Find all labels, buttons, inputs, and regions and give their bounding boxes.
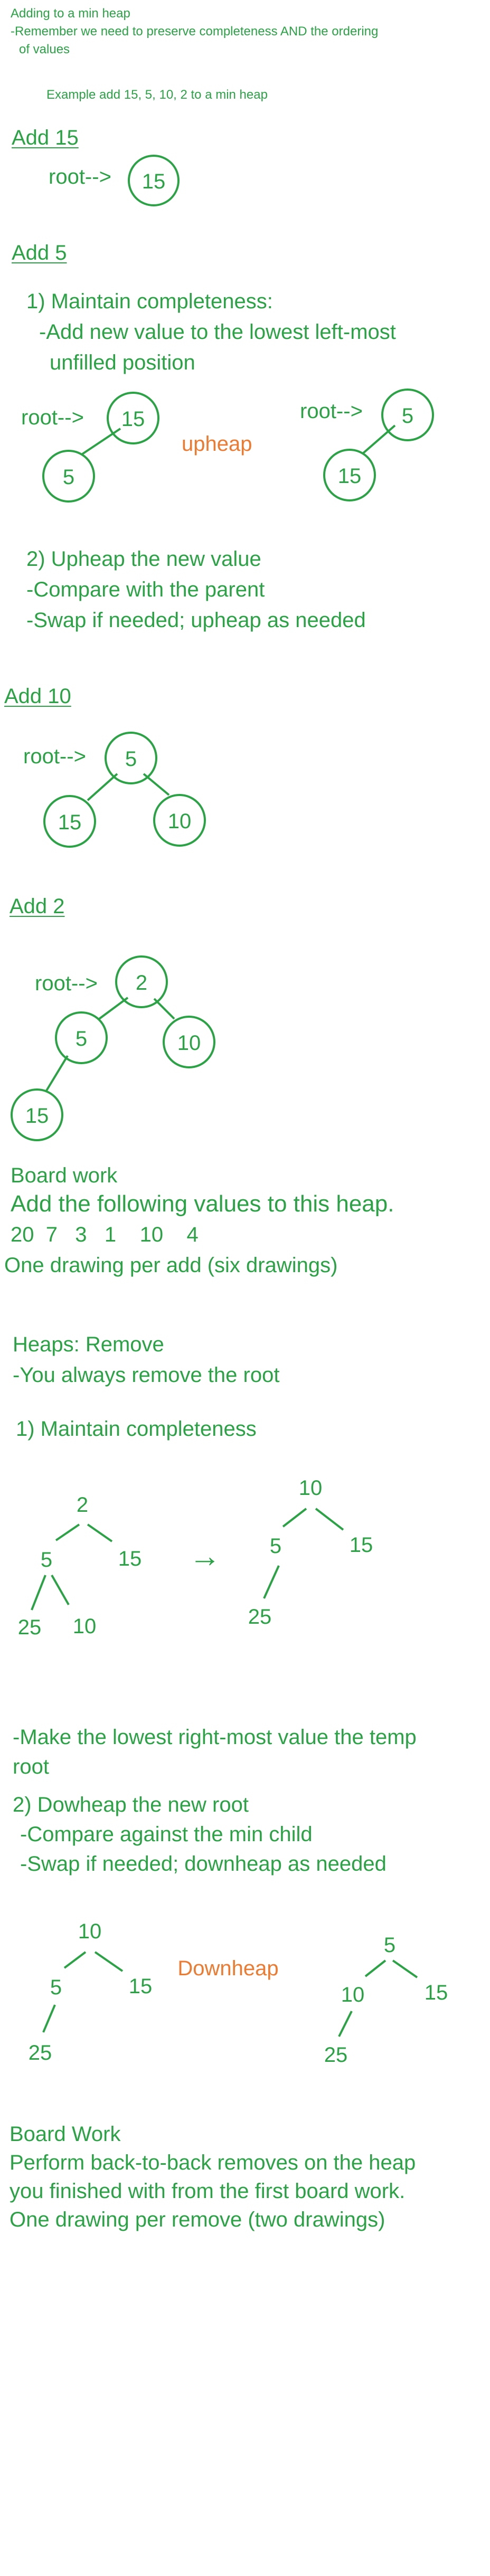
step2-line-2: -Swap if needed; upheap as needed: [26, 609, 366, 632]
tree-node-value: 10: [168, 810, 192, 833]
tree-node-value: 10: [299, 1476, 323, 1500]
tree-edge: [42, 2004, 56, 2033]
tree-edge: [282, 1508, 307, 1528]
tree-node-value: 5: [41, 1548, 52, 1571]
board-work-2-line-3: One drawing per remove (two drawings): [10, 2208, 385, 2231]
tree-node-value: 10: [78, 1920, 102, 1943]
arrow-icon: →: [189, 1538, 221, 1574]
remove-step-2-line-2: -Swap if needed; downheap as needed: [20, 1852, 387, 1876]
tree-node-value: 15: [425, 1981, 448, 2004]
remove-step-1: 1) Maintain completeness: [16, 1417, 257, 1441]
add-10-heading: Add 10: [4, 685, 71, 708]
add-5-heading: Add 5: [12, 241, 67, 264]
board-work-1-line-3: One drawing per add (six drawings): [4, 1254, 338, 1277]
tree-node-value: 2: [136, 971, 147, 995]
tree-node-value: 25: [29, 2041, 52, 2064]
remove-step-2-line-1: -Compare against the min child: [20, 1823, 313, 1846]
tree-edge: [94, 1951, 124, 1972]
tree-node-value: 2: [77, 1493, 88, 1517]
tree-node-value: 10: [73, 1615, 97, 1638]
step1-title: 1) Maintain completeness:: [26, 290, 273, 313]
tree-edge: [361, 424, 396, 455]
remove-line-1: -You always remove the root: [13, 1363, 280, 1387]
tree-node-value: 5: [384, 1934, 395, 1957]
tree-edge: [263, 1565, 280, 1599]
tree-edge: [87, 773, 118, 801]
remove-note-line-2: root: [13, 1755, 49, 1778]
add-15-tree: 15: [128, 155, 180, 206]
tree-node-value: 10: [341, 1983, 365, 2006]
downheap-label: Downheap: [177, 1957, 278, 1980]
tree-edge: [87, 1523, 113, 1542]
tree-edge: [55, 1523, 80, 1541]
step2-title: 2) Upheap the new value: [26, 547, 261, 571]
board-work-1-title: Board work: [11, 1164, 118, 1187]
tree-edge: [45, 1055, 69, 1092]
add-10-tree: 5 15 10: [43, 732, 206, 848]
tree-node-value: 15: [58, 811, 82, 834]
remove-note-line-1: -Make the lowest right-most value the te…: [13, 1726, 417, 1749]
board-work-1-values: 20 7 3 1 10 4: [11, 1223, 199, 1246]
tree-node-value: 5: [270, 1535, 281, 1558]
tree-node-value: 15: [129, 1975, 153, 1998]
board-work-1-line-1: Add the following values to this heap.: [11, 1191, 394, 1217]
remove-trees-step2: 10 5 15 25 Downheap 5 10 15 25: [29, 1920, 448, 2067]
tree-node-value: 15: [350, 1533, 373, 1557]
tree-node-value: 15: [142, 170, 166, 193]
tree-node-value: 15: [25, 1104, 49, 1128]
add-2-heading: Add 2: [10, 895, 65, 918]
tree-edge: [63, 1951, 87, 1969]
board-work-2-title: Board Work: [10, 2123, 121, 2146]
remove-step-2-title: 2) Dowheap the new root: [13, 1793, 249, 1816]
tree-node-value: 5: [76, 1027, 87, 1050]
tree-node-value: 5: [50, 1976, 62, 1999]
tree-node-value: 10: [177, 1031, 201, 1055]
tree-node-value: 25: [18, 1616, 42, 1639]
tree-node-value: 25: [324, 2043, 348, 2067]
board-work-2-line-1: Perform back-to-back removes on the heap: [10, 2151, 416, 2174]
remove-trees-step1: 2 5 15 25 10 → 10 5 15 25: [18, 1476, 373, 1639]
add-5-tree-after: 5 15: [323, 389, 434, 501]
tree-node-value: 5: [125, 747, 137, 771]
board-work-2-line-2: you finished with from the first board w…: [10, 2180, 406, 2203]
step1-line-1: -Add new value to the lowest left-most: [39, 320, 396, 344]
add-2-tree: 2 5 10 15: [11, 955, 215, 1141]
tree-edge: [338, 2011, 353, 2037]
tree-edge: [315, 1508, 344, 1531]
tree-node-value: 15: [338, 465, 362, 488]
tree-edge: [364, 1959, 387, 1977]
step2-line-1: -Compare with the parent: [26, 578, 265, 601]
tree-edge: [392, 1959, 418, 1978]
tree-edge: [31, 1575, 46, 1611]
tree-edge: [51, 1575, 70, 1605]
tree-node-value: 5: [402, 404, 413, 428]
tree-node-value: 25: [248, 1605, 272, 1628]
tree-node-value: 15: [118, 1547, 142, 1570]
remove-heading: Heaps: Remove: [13, 1333, 164, 1356]
